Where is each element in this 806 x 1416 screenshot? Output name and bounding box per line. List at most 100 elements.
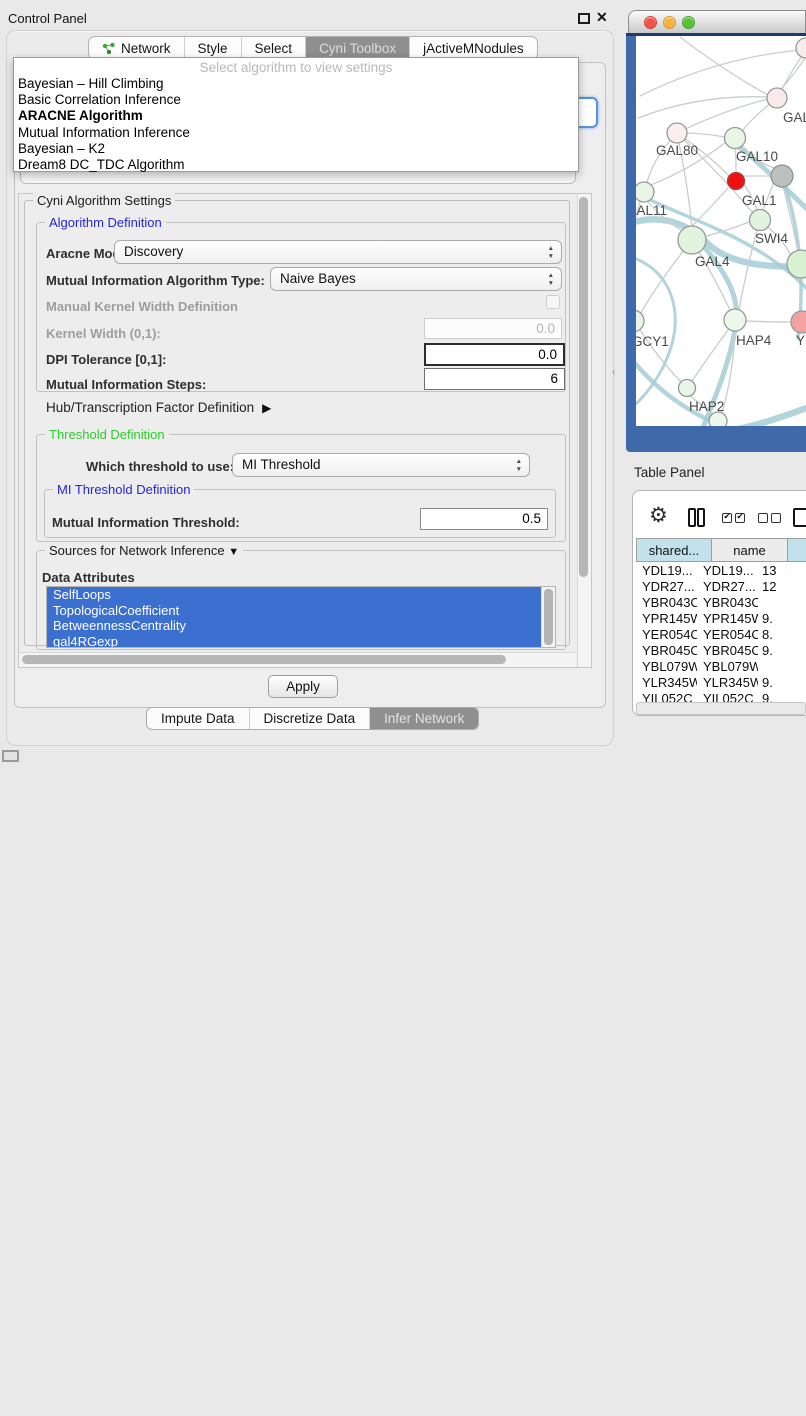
tab-network[interactable]: Network (89, 37, 185, 59)
close-icon[interactable]: ✕ (596, 9, 608, 26)
network-edge[interactable] (745, 321, 790, 322)
table-header-row: shared...name (636, 538, 806, 562)
table-cell: YDL19... (697, 563, 758, 578)
table-row[interactable]: YER054CYER054C8. (636, 626, 806, 642)
tab-impute-data[interactable]: Impute Data (147, 708, 250, 729)
node-label: GAL (783, 110, 806, 125)
column-header[interactable]: name (712, 538, 788, 562)
mi-threshold-field[interactable]: 0.5 (420, 508, 548, 530)
network-edge[interactable] (692, 188, 728, 226)
network-node[interactable] (725, 128, 746, 149)
float-window-icon[interactable] (578, 13, 590, 24)
table-body: YDL19...YDL19...13YDR27...YDR27...12YBR0… (636, 562, 806, 703)
tab-jactivemnodules[interactable]: jActiveMNodules (410, 37, 537, 59)
combo-arrows-icon (548, 245, 554, 260)
gear-icon[interactable]: ⚙ (649, 504, 668, 528)
minimize-traffic-light-icon[interactable] (663, 16, 676, 29)
column-layout-icon[interactable] (688, 508, 706, 527)
table-row[interactable]: YBR043CYBR043C (636, 594, 806, 610)
deselect-all-checkboxes-icon[interactable] (758, 513, 781, 523)
network-node[interactable] (791, 311, 806, 333)
select-all-checkboxes-icon[interactable] (722, 513, 745, 523)
table-cell: YDR27... (697, 579, 758, 594)
attribute-scroll-thumb[interactable] (544, 589, 553, 645)
algorithm-placeholder: Select algorithm to view settings (14, 59, 578, 76)
table-row[interactable]: YDR27...YDR27...12 (636, 578, 806, 594)
algorithm-option[interactable]: Basic Correlation Inference (14, 92, 578, 108)
table-cell: YLR345W (697, 675, 758, 690)
network-node[interactable] (636, 310, 644, 332)
attribute-list-scrollbar[interactable] (541, 587, 555, 647)
table-cell: 9. (758, 643, 806, 658)
network-node[interactable] (724, 309, 746, 331)
aracne-mode-combo[interactable]: Discovery (114, 240, 562, 264)
which-threshold-value: MI Threshold (242, 457, 321, 472)
attribute-item[interactable]: SelfLoops (47, 587, 541, 603)
mi-steps-field[interactable]: 6 (424, 368, 565, 390)
algorithm-option[interactable]: Dream8 DC_TDC Algorithm (14, 157, 578, 173)
table-row[interactable]: YDL19...YDL19...13 (636, 562, 806, 578)
zoom-traffic-light-icon[interactable] (682, 16, 695, 29)
attribute-item[interactable]: TopologicalCoefficient (47, 603, 541, 619)
data-attributes-list[interactable]: SelfLoopsTopologicalCoefficientBetweenne… (46, 586, 556, 648)
algorithm-option[interactable]: Mutual Information Inference (14, 125, 578, 141)
algorithm-option[interactable]: ARACNE Algorithm (14, 108, 578, 124)
table-row[interactable]: YBR045CYBR045C9. (636, 642, 806, 658)
vertical-scroll-thumb[interactable] (579, 197, 588, 577)
table-cell: YDR27... (636, 579, 697, 594)
column-header[interactable] (788, 538, 806, 562)
network-node[interactable] (771, 165, 793, 187)
network-node[interactable] (667, 123, 687, 143)
network-edge[interactable] (677, 99, 768, 133)
apply-button[interactable]: Apply (268, 675, 338, 698)
table-horizontal-scrollbar[interactable] (636, 702, 806, 715)
mi-threshold-label: Mutual Information Threshold: (52, 515, 240, 530)
network-node[interactable] (750, 210, 771, 231)
network-node[interactable] (796, 38, 806, 58)
splitter-handle[interactable]: ‹ (612, 367, 615, 378)
network-edge[interactable] (638, 97, 768, 118)
table-row[interactable]: YPR145WYPR145W9. (636, 610, 806, 626)
attribute-item[interactable]: gal4RGexp (47, 634, 541, 649)
table-panel-title: Table Panel (634, 465, 705, 480)
tab-style[interactable]: Style (185, 37, 242, 59)
network-canvas[interactable]: GALGAL80GAL10GAL1SWI4GAL11GAL4GCY1HAP4YH… (636, 36, 806, 426)
column-header[interactable]: shared... (636, 538, 712, 562)
dpi-tolerance-field[interactable]: 0.0 (424, 343, 565, 366)
hub-definition-toggle[interactable]: Hub/Transcription Factor Definition▶ (46, 400, 271, 415)
network-edge[interactable] (780, 58, 805, 90)
network-node[interactable] (728, 173, 745, 190)
new-column-icon[interactable] (793, 508, 806, 527)
which-threshold-combo[interactable]: MI Threshold (232, 453, 530, 477)
mi-type-combo[interactable]: Naive Bayes (270, 267, 562, 291)
collapsed-panel-icon[interactable] (2, 750, 19, 762)
attribute-item[interactable]: BetweennessCentrality (47, 618, 541, 634)
network-node[interactable] (636, 182, 654, 202)
algorithm-option[interactable]: Bayesian – Hill Climbing (14, 76, 578, 92)
tab-discretize-data[interactable]: Discretize Data (250, 708, 371, 729)
algorithm-option[interactable]: Bayesian – K2 (14, 141, 578, 157)
manual-kernel-checkbox[interactable] (546, 295, 560, 309)
network-node[interactable] (679, 380, 696, 397)
network-node[interactable] (678, 226, 706, 254)
tab-cyni-toolbox[interactable]: Cyni Toolbox (306, 37, 410, 59)
table-cell: 8. (758, 627, 806, 642)
network-node[interactable] (709, 412, 727, 426)
close-traffic-light-icon[interactable] (644, 16, 657, 29)
network-edge[interactable] (680, 37, 768, 95)
tab-infer-network[interactable]: Infer Network (370, 708, 478, 729)
horizontal-scroll-thumb[interactable] (22, 655, 506, 664)
network-window-titlebar[interactable] (628, 10, 806, 33)
cyni-settings-legend: Cyni Algorithm Settings (33, 193, 175, 208)
table-row[interactable]: YBL079WYBL079W (636, 658, 806, 674)
mi-steps-label: Mutual Information Steps: (46, 377, 206, 392)
inference-algorithm-combo-fragment[interactable] (577, 97, 598, 128)
node-label: SWI4 (755, 231, 788, 246)
table-row[interactable]: YLR345WYLR345W9. (636, 674, 806, 690)
network-graph[interactable]: GALGAL80GAL10GAL1SWI4GAL11GAL4GCY1HAP4YH… (636, 36, 806, 426)
tab-select[interactable]: Select (242, 37, 307, 59)
sources-legend[interactable]: Sources for Network Inference ▼ (45, 543, 243, 558)
network-node[interactable] (767, 88, 787, 108)
table-cell: YBR043C (697, 595, 758, 610)
kernel-width-field[interactable]: 0.0 (424, 318, 562, 339)
